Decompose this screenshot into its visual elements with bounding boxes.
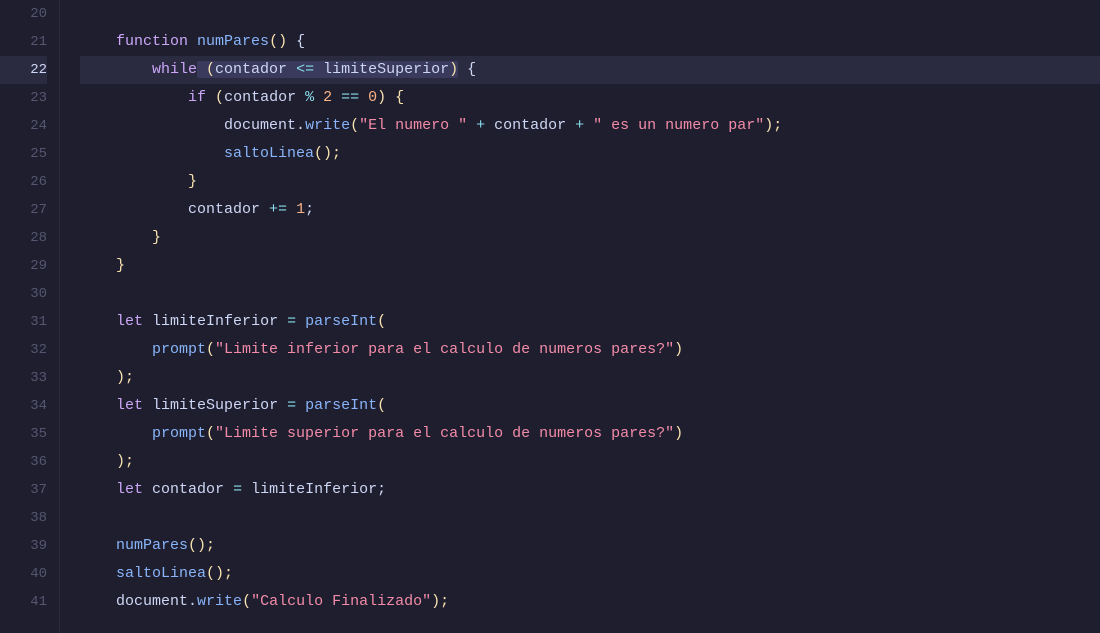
code-line-27: contador += 1; xyxy=(80,196,1100,224)
code-line-34: let limiteSuperior = parseInt( xyxy=(80,392,1100,420)
line-number-24: 24 xyxy=(0,112,47,140)
code-content[interactable]: function numPares() { while (contador <=… xyxy=(60,0,1100,633)
line-number-38: 38 xyxy=(0,504,47,532)
line-number-20: 20 xyxy=(0,0,47,28)
code-line-31: let limiteInferior = parseInt( xyxy=(80,308,1100,336)
line-number-41: 41 xyxy=(0,588,47,616)
line-number-22: 22 xyxy=(0,56,47,84)
code-line-24: document.write("El numero " + contador +… xyxy=(80,112,1100,140)
line-number-32: 32 xyxy=(0,336,47,364)
line-number-26: 26 xyxy=(0,168,47,196)
line-number-40: 40 xyxy=(0,560,47,588)
line-number-23: 23 xyxy=(0,84,47,112)
code-line-39: numPares(); xyxy=(80,532,1100,560)
code-line-23: if (contador % 2 == 0) { xyxy=(80,84,1100,112)
code-editor: 2021222324252627282930313233343536373839… xyxy=(0,0,1100,633)
code-line-29: } xyxy=(80,252,1100,280)
line-numbers: 2021222324252627282930313233343536373839… xyxy=(0,0,60,633)
line-number-37: 37 xyxy=(0,476,47,504)
code-line-38 xyxy=(80,504,1100,532)
line-number-30: 30 xyxy=(0,280,47,308)
code-line-32: prompt("Limite inferior para el calculo … xyxy=(80,336,1100,364)
code-line-40: saltoLinea(); xyxy=(80,560,1100,588)
line-number-25: 25 xyxy=(0,140,47,168)
line-number-33: 33 xyxy=(0,364,47,392)
line-number-31: 31 xyxy=(0,308,47,336)
line-number-28: 28 xyxy=(0,224,47,252)
line-number-21: 21 xyxy=(0,28,47,56)
line-number-29: 29 xyxy=(0,252,47,280)
line-number-35: 35 xyxy=(0,420,47,448)
code-line-41: document.write("Calculo Finalizado"); xyxy=(80,588,1100,616)
code-line-21: function numPares() { xyxy=(80,28,1100,56)
code-line-35: prompt("Limite superior para el calculo … xyxy=(80,420,1100,448)
code-line-20 xyxy=(80,0,1100,28)
code-line-37: let contador = limiteInferior; xyxy=(80,476,1100,504)
code-line-33: ); xyxy=(80,364,1100,392)
line-number-36: 36 xyxy=(0,448,47,476)
code-line-36: ); xyxy=(80,448,1100,476)
code-line-26: } xyxy=(80,168,1100,196)
code-line-22: while (contador <= limiteSuperior) { xyxy=(80,56,1100,84)
highlight-region: (contador <= limiteSuperior) xyxy=(197,61,458,78)
code-line-30 xyxy=(80,280,1100,308)
code-line-25: saltoLinea(); xyxy=(80,140,1100,168)
code-line-28: } xyxy=(80,224,1100,252)
line-number-27: 27 xyxy=(0,196,47,224)
line-number-39: 39 xyxy=(0,532,47,560)
line-number-34: 34 xyxy=(0,392,47,420)
